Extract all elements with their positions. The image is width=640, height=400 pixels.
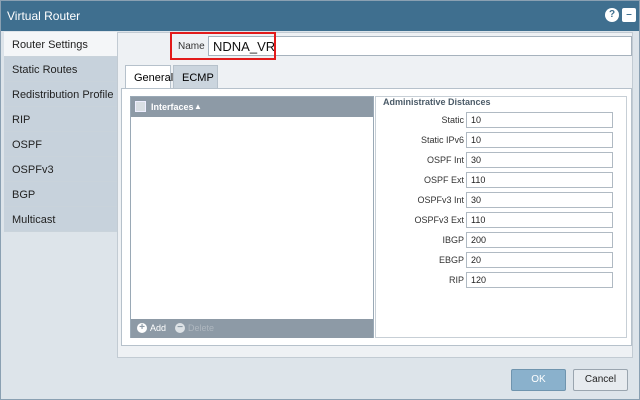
admin-row-ospf-ext: OSPF Ext 110 xyxy=(381,172,614,188)
virtual-router-dialog: Virtual Router ? – Router Settings Stati… xyxy=(0,0,640,400)
admin-label: OSPF Ext xyxy=(423,175,464,185)
sidebar-item-label: Multicast xyxy=(12,214,56,226)
add-button[interactable]: Add xyxy=(150,323,166,333)
interfaces-header: Interfaces ▲ xyxy=(131,97,373,117)
admin-row-ospfv3-ext: OSPFv3 Ext 110 xyxy=(381,212,614,228)
sidebar-item-label: Static Routes xyxy=(12,64,78,76)
sidebar-item-ospf[interactable]: OSPF xyxy=(4,132,117,157)
admin-row-ebgp: EBGP 20 xyxy=(381,252,614,268)
admin-value-input[interactable]: 30 xyxy=(466,192,613,208)
admin-label: Static xyxy=(441,115,464,125)
admin-row-static: Static 10 xyxy=(381,112,614,128)
sidebar: Router Settings Static Routes Redistribu… xyxy=(4,32,120,232)
admin-value-input[interactable]: 30 xyxy=(466,152,613,168)
title-bar: Virtual Router ? – xyxy=(1,1,639,31)
admin-row-static-ipv6: Static IPv6 10 xyxy=(381,132,614,148)
admin-label: OSPFv3 Int xyxy=(417,195,464,205)
delete-icon: − xyxy=(175,323,185,333)
admin-label: RIP xyxy=(448,275,464,285)
admin-label: IBGP xyxy=(442,235,464,245)
sidebar-item-label: BGP xyxy=(12,189,36,201)
admin-label: OSPF Int xyxy=(426,155,464,165)
select-all-checkbox[interactable] xyxy=(135,101,146,112)
admin-value-input[interactable]: 120 xyxy=(466,272,613,288)
admin-row-rip: RIP 120 xyxy=(381,272,614,288)
minimize-icon[interactable]: – xyxy=(622,8,636,22)
interfaces-footer: + Add − Delete xyxy=(131,319,373,338)
admin-value-input[interactable]: 110 xyxy=(466,212,613,228)
tab-general[interactable]: General xyxy=(125,65,173,88)
admin-value-input[interactable]: 20 xyxy=(466,252,613,268)
delete-button: Delete xyxy=(188,323,215,333)
ok-button[interactable]: OK xyxy=(511,369,566,391)
sidebar-item-label: OSPFv3 xyxy=(12,164,54,176)
help-icon[interactable]: ? xyxy=(605,8,619,22)
sidebar-item-bgp[interactable]: BGP xyxy=(4,182,117,207)
sidebar-item-label: OSPF xyxy=(12,139,42,151)
admin-row-ospfv3-int: OSPFv3 Int 30 xyxy=(381,192,614,208)
admin-row-ibgp: IBGP 200 xyxy=(381,232,614,248)
admin-label: OSPFv3 Ext xyxy=(414,215,464,225)
sidebar-item-label: RIP xyxy=(12,114,31,126)
sidebar-item-multicast[interactable]: Multicast xyxy=(4,207,117,232)
admin-label: EBGP xyxy=(438,255,464,265)
admin-value-input[interactable]: 110 xyxy=(466,172,613,188)
sidebar-item-label: Router Settings xyxy=(12,39,88,51)
sidebar-item-label: Redistribution Profile xyxy=(12,89,114,101)
interfaces-column-header[interactable]: Interfaces xyxy=(151,102,194,112)
admin-value-input[interactable]: 10 xyxy=(466,112,613,128)
name-label: Name xyxy=(178,41,205,52)
admin-label: Static IPv6 xyxy=(420,135,464,145)
tab-ecmp[interactable]: ECMP xyxy=(173,65,218,88)
sidebar-item-ospfv3[interactable]: OSPFv3 xyxy=(4,157,117,182)
admin-value-input[interactable]: 10 xyxy=(466,132,613,148)
interfaces-table: Interfaces ▲ + Add − Delete xyxy=(130,96,374,338)
sidebar-item-router-settings[interactable]: Router Settings xyxy=(4,32,120,57)
add-icon[interactable]: + xyxy=(137,323,147,333)
admin-value-input[interactable]: 200 xyxy=(466,232,613,248)
cancel-button[interactable]: Cancel xyxy=(573,369,628,391)
sort-asc-icon[interactable]: ▲ xyxy=(194,102,202,111)
sidebar-item-rip[interactable]: RIP xyxy=(4,107,117,132)
sidebar-item-static-routes[interactable]: Static Routes xyxy=(4,57,117,82)
dialog-title: Virtual Router xyxy=(7,9,81,23)
admin-distances-title: Administrative Distances xyxy=(383,97,491,107)
sidebar-item-redistribution-profile[interactable]: Redistribution Profile xyxy=(4,82,117,107)
name-input[interactable]: NDNA_VR xyxy=(208,36,632,56)
admin-row-ospf-int: OSPF Int 30 xyxy=(381,152,614,168)
